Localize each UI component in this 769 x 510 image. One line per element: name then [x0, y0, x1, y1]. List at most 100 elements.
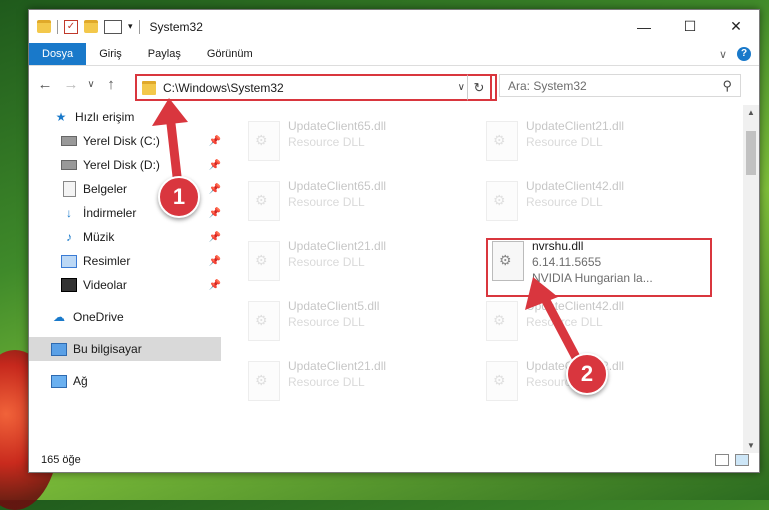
tab-home[interactable]: Giriş	[86, 43, 135, 65]
dll-file-icon	[486, 301, 518, 341]
sidebar-item-label: Ağ	[73, 374, 88, 388]
sidebar-item-videos[interactable]: Videolar 📌	[29, 273, 221, 297]
cloud-icon: ☁	[53, 310, 65, 324]
file-item[interactable]: UpdateClient42.dll Resource DLL	[482, 175, 712, 227]
pin-icon[interactable]: 📌	[209, 232, 221, 243]
address-dropdown-icon[interactable]: ∨	[458, 82, 465, 93]
file-item[interactable]: UpdateClient65.dll Resource DLL	[244, 115, 474, 167]
file-item[interactable]: UpdateClient42.dll Resource DLL	[482, 295, 712, 347]
file-name: UpdateClient42.dll	[526, 179, 625, 193]
file-type: Resource DLL	[526, 135, 603, 149]
chevron-down-icon[interactable]: ▾	[128, 21, 133, 32]
minimize-button[interactable]: —	[621, 10, 667, 43]
download-icon: ↓	[66, 206, 72, 220]
dll-file-icon	[486, 181, 518, 221]
customize-toolbar-icon[interactable]	[104, 19, 122, 34]
file-highlight-box	[486, 238, 712, 297]
file-type: Resource DLL	[526, 315, 603, 329]
address-path[interactable]: C:\Windows\System32	[163, 81, 284, 95]
refresh-button[interactable]: ↻	[467, 74, 492, 101]
file-name: UpdateClient65.dll	[288, 179, 387, 193]
new-folder-icon[interactable]	[84, 20, 98, 33]
network-icon	[51, 374, 67, 388]
sidebar-item-onedrive[interactable]: ☁ OneDrive	[29, 305, 221, 329]
search-input[interactable]: Ara: System32 ⚲	[499, 74, 741, 97]
dll-file-icon	[248, 301, 280, 341]
file-type: Resource DLL	[288, 315, 365, 329]
sidebar-item-network[interactable]: Ağ	[29, 369, 221, 393]
sidebar-item-label: Hızlı erişim	[75, 110, 135, 124]
navigation-pane: ★ Hızlı erişim Yerel Disk (C:) 📌 Yerel D…	[29, 105, 221, 445]
sidebar-item-label: Müzik	[83, 230, 115, 244]
back-icon[interactable]: ←	[35, 76, 55, 93]
toolbar-divider	[138, 19, 140, 34]
folder-icon	[142, 80, 156, 95]
file-type: Resource DLL	[526, 195, 603, 209]
window-title: System32	[149, 19, 203, 34]
file-name: UpdateClient5.dll	[288, 299, 380, 313]
file-item[interactable]: UpdateClient21.dll Resource DLL	[244, 235, 474, 287]
videos-icon	[61, 278, 77, 292]
tiles-view-icon[interactable]	[735, 454, 749, 466]
file-item[interactable]: UpdateClient65.dll Resource DLL	[244, 175, 474, 227]
sidebar-item-label: Yerel Disk (D:)	[83, 158, 160, 172]
file-type: Resource DLL	[288, 195, 365, 209]
folder-icon[interactable]	[37, 20, 51, 33]
file-item[interactable]: UpdateClient21.dll Resource DLL	[482, 115, 712, 167]
file-item[interactable]: UpdateClient21.dll Resource DLL	[244, 355, 474, 407]
pin-icon[interactable]: 📌	[209, 136, 221, 147]
file-type: Resource DLL	[288, 255, 365, 269]
tab-share[interactable]: Paylaş	[135, 43, 194, 65]
details-view-icon[interactable]	[715, 454, 729, 466]
search-icon[interactable]: ⚲	[722, 78, 732, 94]
music-icon: ♪	[66, 230, 72, 244]
explorer-window: ✓ ▾ System32 — ☐ ✕ Dosya Giriş Paylaş Gö…	[28, 9, 760, 473]
address-bar[interactable]: C:\Windows\System32 ∨	[135, 74, 497, 101]
scroll-up-icon[interactable]: ▲	[743, 108, 759, 117]
title-bar: ✓ ▾ System32 — ☐ ✕	[29, 10, 759, 43]
item-count: 165 öğe	[41, 454, 81, 466]
vertical-scrollbar[interactable]: ▲ ▼	[743, 105, 759, 453]
sidebar-item-this-pc[interactable]: Bu bilgisayar	[29, 337, 221, 361]
sidebar-item-label: Belgeler	[83, 182, 128, 196]
quick-access-toolbar: ✓ ▾	[37, 19, 140, 34]
expand-ribbon-icon[interactable]: ∨	[719, 48, 727, 61]
forward-icon[interactable]: →	[61, 76, 81, 93]
pin-icon[interactable]: 📌	[209, 208, 221, 219]
scrollbar-thumb[interactable]	[746, 131, 756, 175]
search-placeholder: Ara: System32	[508, 78, 587, 93]
file-item[interactable]: UpdateClient5.dll Resource DLL	[244, 295, 474, 347]
pin-icon[interactable]: 📌	[209, 280, 221, 291]
window-controls: — ☐ ✕	[621, 10, 759, 43]
maximize-button[interactable]: ☐	[667, 10, 713, 43]
pin-icon[interactable]: 📌	[209, 256, 221, 267]
sidebar-item-disk-c[interactable]: Yerel Disk (C:) 📌	[29, 129, 221, 153]
sidebar-item-music[interactable]: ♪ Müzik 📌	[29, 225, 221, 249]
disk-icon	[61, 158, 77, 172]
up-icon[interactable]: ↑	[101, 76, 121, 93]
step-1-badge: 1	[158, 176, 200, 218]
recent-locations-icon[interactable]: ∨	[81, 79, 101, 90]
sidebar-item-label: İndirmeler	[83, 206, 137, 220]
star-icon: ★	[55, 110, 67, 124]
sidebar-item-pictures[interactable]: Resimler 📌	[29, 249, 221, 273]
sidebar-item-label: Bu bilgisayar	[73, 342, 142, 356]
dll-file-icon	[248, 181, 280, 221]
file-type: Resource DLL	[288, 135, 365, 149]
sidebar-item-quick-access[interactable]: ★ Hızlı erişim	[29, 105, 221, 129]
ribbon-tabs: Dosya Giriş Paylaş Görünüm ∨ ?	[29, 43, 759, 66]
file-name: UpdateClient42.dll	[526, 299, 625, 313]
sidebar-item-disk-d[interactable]: Yerel Disk (D:) 📌	[29, 153, 221, 177]
close-button[interactable]: ✕	[713, 10, 759, 43]
dll-file-icon	[486, 121, 518, 161]
pin-icon[interactable]: 📌	[209, 160, 221, 171]
refresh-icon: ↻	[473, 79, 485, 95]
dll-file-icon	[248, 121, 280, 161]
tab-file[interactable]: Dosya	[29, 43, 87, 65]
pictures-icon	[61, 254, 77, 268]
tab-view[interactable]: Görünüm	[194, 43, 266, 65]
properties-check-icon[interactable]: ✓	[64, 19, 78, 34]
file-name: UpdateClient21.dll	[288, 239, 387, 253]
help-icon[interactable]: ?	[737, 47, 751, 61]
pin-icon[interactable]: 📌	[209, 184, 221, 195]
